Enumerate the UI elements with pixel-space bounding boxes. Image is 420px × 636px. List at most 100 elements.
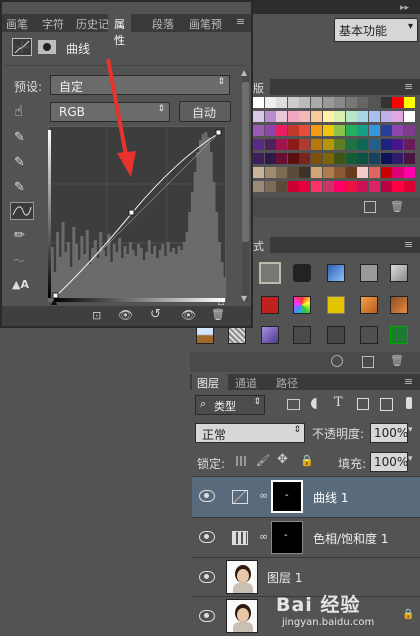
color-swatch[interactable] bbox=[380, 167, 392, 178]
styles-tab[interactable]: 式 bbox=[250, 237, 270, 253]
visibility-eye-icon[interactable] bbox=[199, 490, 215, 502]
color-swatch[interactable] bbox=[369, 125, 380, 136]
style-dark-3[interactable] bbox=[360, 326, 378, 344]
color-swatch[interactable] bbox=[322, 111, 334, 122]
style-black-button[interactable] bbox=[293, 264, 311, 282]
color-swatch[interactable] bbox=[276, 125, 288, 136]
color-swatch[interactable] bbox=[345, 97, 357, 108]
black-point-slider[interactable]: ▲ bbox=[51, 297, 57, 306]
filter-adjustment-icon[interactable] bbox=[311, 398, 322, 409]
color-swatch[interactable] bbox=[264, 167, 276, 178]
color-swatch[interactable] bbox=[299, 97, 311, 108]
delete-adjustment-icon[interactable]: 🗑 bbox=[211, 308, 225, 321]
layer-thumbnail[interactable] bbox=[226, 599, 258, 633]
style-dark-2[interactable] bbox=[327, 326, 345, 344]
target-adjust-hand-icon[interactable]: ☝ bbox=[14, 102, 23, 120]
layer-thumbnail[interactable] bbox=[226, 560, 258, 594]
curve-point[interactable] bbox=[215, 129, 222, 136]
color-swatch[interactable] bbox=[264, 181, 276, 192]
clip-to-layer-icon[interactable]: ⊡ bbox=[92, 309, 101, 322]
fill-field[interactable]: 100% bbox=[370, 452, 408, 472]
style-multicolor[interactable] bbox=[293, 296, 311, 314]
color-swatch[interactable] bbox=[369, 111, 380, 122]
color-swatch[interactable] bbox=[253, 111, 264, 122]
curve-points-icon[interactable] bbox=[10, 202, 34, 220]
color-swatch[interactable] bbox=[380, 139, 392, 150]
color-swatch[interactable] bbox=[392, 153, 404, 164]
layer-mask-thumbnail[interactable]: - bbox=[271, 480, 303, 513]
sample-white-eyedropper-icon[interactable]: ✎ bbox=[14, 180, 25, 195]
white-point-slider[interactable]: △ bbox=[218, 297, 224, 306]
visibility-eye-icon[interactable] bbox=[199, 571, 215, 583]
color-swatch[interactable] bbox=[299, 111, 311, 122]
color-swatch[interactable] bbox=[322, 153, 334, 164]
pencil-icon[interactable]: ✏ bbox=[14, 228, 25, 243]
workspace-select[interactable]: 基本功能 ▾ bbox=[334, 18, 418, 42]
color-swatch[interactable] bbox=[264, 111, 276, 122]
color-swatch[interactable] bbox=[299, 139, 311, 150]
swatches-panel-menu-icon[interactable]: ≡ bbox=[404, 80, 413, 93]
color-swatch[interactable] bbox=[311, 153, 322, 164]
trash-icon[interactable]: 🗑 bbox=[390, 354, 404, 367]
tab-brush-preset[interactable]: 画笔预 bbox=[189, 16, 229, 32]
layers-panel-menu-icon[interactable]: ≡ bbox=[404, 375, 413, 388]
swatch-grid[interactable] bbox=[253, 97, 415, 197]
color-swatch[interactable] bbox=[322, 97, 334, 108]
color-swatch[interactable] bbox=[264, 139, 276, 150]
color-swatch[interactable] bbox=[392, 139, 404, 150]
color-swatch[interactable] bbox=[334, 153, 346, 164]
color-swatch[interactable] bbox=[322, 167, 334, 178]
color-swatch[interactable] bbox=[369, 97, 380, 108]
layer-name[interactable]: 曲线 1 bbox=[313, 489, 348, 506]
color-swatch[interactable] bbox=[287, 125, 299, 136]
color-swatch[interactable] bbox=[311, 125, 322, 136]
color-swatch[interactable] bbox=[345, 167, 357, 178]
style-green[interactable] bbox=[390, 326, 408, 344]
style-blue[interactable] bbox=[327, 264, 345, 282]
color-swatch[interactable] bbox=[357, 139, 369, 150]
color-swatch[interactable] bbox=[253, 125, 264, 136]
color-swatch[interactable] bbox=[287, 111, 299, 122]
color-swatch[interactable] bbox=[357, 181, 369, 192]
tab-brush[interactable]: 画笔 bbox=[6, 16, 40, 32]
color-swatch[interactable] bbox=[253, 139, 264, 150]
auto-button[interactable]: 自动 bbox=[179, 101, 231, 122]
preset-select[interactable]: 自定 ⇕ bbox=[50, 75, 230, 95]
opacity-field[interactable]: 100% bbox=[370, 423, 408, 443]
toggle-visibility-icon[interactable]: 👁 bbox=[181, 308, 196, 322]
color-swatch[interactable] bbox=[311, 97, 322, 108]
tab-paths[interactable]: 路径 bbox=[273, 374, 309, 390]
view-previous-icon[interactable]: 👁 bbox=[118, 308, 133, 322]
color-swatch[interactable] bbox=[345, 111, 357, 122]
color-swatch[interactable] bbox=[334, 111, 346, 122]
sample-black-eyedropper-icon[interactable]: ✎ bbox=[14, 130, 25, 145]
scrollbar-thumb[interactable] bbox=[242, 82, 249, 242]
filter-type-select[interactable]: ⌕ 类型 ⇕ bbox=[195, 395, 265, 415]
curve-point[interactable] bbox=[128, 209, 135, 216]
blend-mode-select[interactable]: 正常 ⇕ bbox=[195, 423, 305, 443]
new-swatch-icon[interactable] bbox=[364, 201, 376, 213]
style-yellow[interactable] bbox=[327, 296, 345, 314]
color-swatch[interactable] bbox=[403, 153, 415, 164]
panel-menu-icon[interactable]: ≡ bbox=[236, 15, 245, 28]
filter-pixel-icon[interactable] bbox=[287, 399, 300, 410]
scrollbar-down-icon[interactable]: ▼ bbox=[241, 294, 247, 303]
color-swatch[interactable] bbox=[334, 139, 346, 150]
color-swatch[interactable] bbox=[322, 181, 334, 192]
color-swatch[interactable] bbox=[345, 153, 357, 164]
color-swatch[interactable] bbox=[403, 167, 415, 178]
color-swatch[interactable] bbox=[403, 97, 415, 108]
curves-icon[interactable] bbox=[12, 38, 32, 56]
color-swatch[interactable] bbox=[264, 125, 276, 136]
lock-all-icon[interactable]: 🔒 bbox=[300, 454, 314, 467]
style-red[interactable] bbox=[261, 296, 279, 314]
color-swatch[interactable] bbox=[276, 111, 288, 122]
color-swatch[interactable] bbox=[276, 153, 288, 164]
layer-name[interactable]: 图层 1 bbox=[267, 569, 302, 586]
lock-transparent-icon[interactable] bbox=[236, 456, 246, 466]
color-swatch[interactable] bbox=[276, 167, 288, 178]
layer-row-curves[interactable]: ∞ - 曲线 1 bbox=[192, 476, 420, 517]
lock-brush-icon[interactable]: 🖌 bbox=[256, 454, 270, 467]
tab-character[interactable]: 字符 bbox=[42, 16, 76, 32]
color-swatch[interactable] bbox=[287, 153, 299, 164]
